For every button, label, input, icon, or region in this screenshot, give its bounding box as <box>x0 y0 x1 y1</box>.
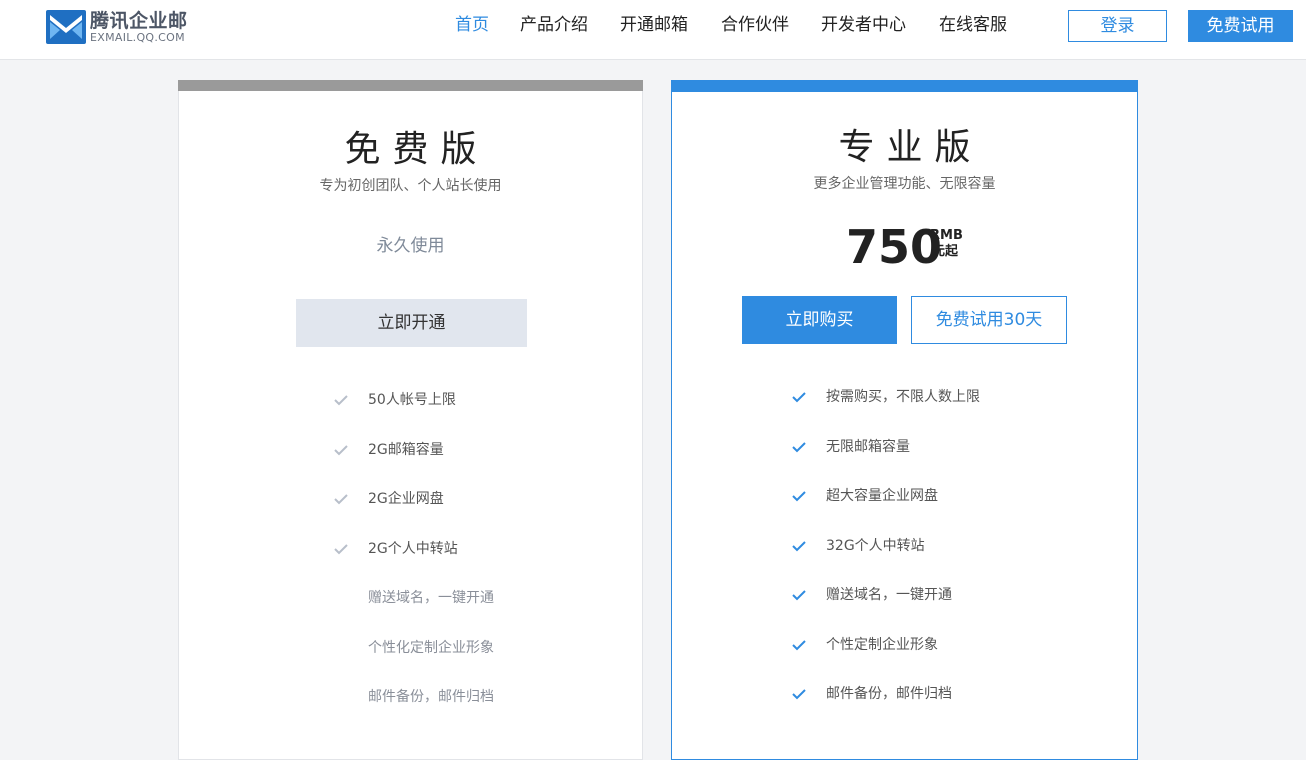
pro-plan-price: 750 <box>846 220 943 274</box>
free-feature-label: 2G邮箱容量 <box>368 442 444 458</box>
nav-products[interactable]: 产品介绍 <box>520 0 588 50</box>
free-plan-card: 免费版 专为初创团队、个人站长使用 永久使用 立即开通 50人帐号上限 2G邮箱… <box>178 80 643 760</box>
nav-home[interactable]: 首页 <box>455 0 489 50</box>
pro-feature-label: 按需购买，不限人数上限 <box>826 389 980 405</box>
free-feature-label: 2G个人中转站 <box>368 541 458 557</box>
nav-open-mailbox[interactable]: 开通邮箱 <box>620 0 688 50</box>
check-icon <box>334 494 348 505</box>
pro-feature-label: 无限邮箱容量 <box>826 439 910 455</box>
top-header: 腾讯企业邮 EXMAIL.QQ.COM 首页 产品介绍 开通邮箱 合作伙伴 开发… <box>0 0 1306 60</box>
pro-plan-card: 专业版 更多企业管理功能、无限容量 750 RMB 元起 立即购买 免费试用30… <box>671 80 1138 760</box>
free-plan-title: 免费版 <box>344 129 489 170</box>
logo-text: 腾讯企业邮 <box>90 10 188 32</box>
nav-partners[interactable]: 合作伙伴 <box>721 0 789 50</box>
free-plan-top-bar <box>178 80 643 91</box>
open-now-button[interactable]: 立即开通 <box>296 299 527 347</box>
free-feature-label: 个性化定制企业形象 <box>368 640 494 656</box>
logo-domain: EXMAIL.QQ.COM <box>90 31 185 44</box>
check-icon <box>792 442 806 453</box>
free-feature-label: 50人帐号上限 <box>368 392 456 408</box>
free-feature-label: 2G企业网盘 <box>368 491 444 507</box>
check-icon <box>792 392 806 403</box>
check-icon <box>792 590 806 601</box>
check-icon <box>792 689 806 700</box>
pro-feature-label: 个性定制企业形象 <box>826 637 938 653</box>
trial-30-days-button[interactable]: 免费试用30天 <box>911 296 1067 344</box>
logo[interactable]: 腾讯企业邮 EXMAIL.QQ.COM <box>46 10 206 44</box>
free-trial-button[interactable]: 免费试用 <box>1188 10 1293 42</box>
price-suffix: 元起 <box>932 244 959 259</box>
check-icon <box>792 640 806 651</box>
pro-feature-label: 邮件备份，邮件归档 <box>826 686 952 702</box>
free-feature-label: 赠送域名，一键开通 <box>368 590 494 606</box>
check-icon <box>792 491 806 502</box>
pro-plan-top-bar <box>671 80 1138 92</box>
pro-plan-title: 专业版 <box>838 127 983 168</box>
check-icon <box>334 395 348 406</box>
nav-online-support[interactable]: 在线客服 <box>939 0 1007 50</box>
login-button[interactable]: 登录 <box>1068 10 1167 42</box>
nav-developer-center[interactable]: 开发者中心 <box>821 0 906 50</box>
pro-feature-label: 超大容量企业网盘 <box>826 488 938 504</box>
free-plan-subtitle: 专为初创团队、个人站长使用 <box>319 178 502 194</box>
check-icon <box>792 541 806 552</box>
free-plan-term: 永久使用 <box>376 236 445 256</box>
exmail-logo-icon <box>46 10 86 44</box>
pro-plan-subtitle: 更多企业管理功能、无限容量 <box>813 176 996 192</box>
pro-feature-label: 赠送域名，一键开通 <box>826 587 952 603</box>
check-icon <box>334 544 348 555</box>
free-feature-label: 邮件备份，邮件归档 <box>368 689 494 705</box>
price-currency: RMB <box>930 228 963 243</box>
pro-feature-label: 32G个人中转站 <box>826 538 925 554</box>
check-icon <box>334 445 348 456</box>
buy-now-button[interactable]: 立即购买 <box>742 296 897 344</box>
